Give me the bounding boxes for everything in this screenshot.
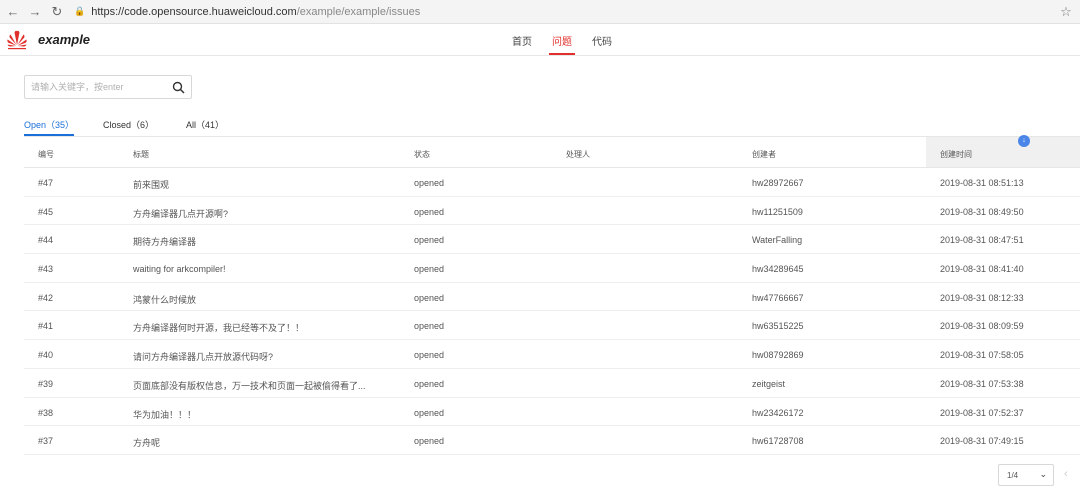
browser-toolbar: ← → ↻ 🔒 https://code.opensource.huaweicl… <box>0 0 1080 24</box>
issue-created-time: 2019-08-31 07:58:05 <box>940 350 1024 361</box>
issue-created-time: 2019-08-31 08:47:51 <box>940 235 1024 246</box>
issue-creator[interactable]: hw28972667 <box>752 178 804 188</box>
issue-creator[interactable]: hw23426172 <box>752 408 804 418</box>
issue-creator[interactable]: zeitgeist <box>752 379 785 389</box>
issue-creator[interactable]: WaterFalling <box>752 235 802 245</box>
page-value: 1/4 <box>1007 471 1019 480</box>
table-row[interactable]: #41 方舟编译器何时开源，我已经等不及了！！ opened hw63515225 20… <box>24 311 1080 341</box>
tab-open[interactable]: Open（35） <box>24 118 75 136</box>
issue-id[interactable]: #43 <box>38 264 53 274</box>
issue-created-time: 2019-08-31 07:53:38 <box>940 378 1024 389</box>
issue-title[interactable]: 鸿蒙什么时候放 <box>133 293 196 306</box>
issue-created-time: 2019-08-31 08:49:50 <box>940 206 1024 217</box>
issue-status: opened <box>414 350 445 361</box>
issue-title[interactable]: 方舟编译器何时开源，我已经等不及了！！ <box>133 321 304 334</box>
table-body: #47 前来围观 opened hw28972667 2019-08-31 08:51:… <box>24 168 1080 455</box>
issue-creator[interactable]: hw34289645 <box>752 264 804 274</box>
issue-status: opened <box>414 378 445 389</box>
header-status[interactable]: 状态 <box>414 149 430 160</box>
nav-tab-issues[interactable]: 问题 <box>549 33 575 55</box>
issue-created-time: 2019-08-31 07:52:37 <box>940 407 1024 418</box>
forward-icon[interactable]: → <box>26 3 44 21</box>
reload-icon[interactable]: ↻ <box>48 3 66 21</box>
search-icon[interactable] <box>172 81 185 94</box>
url-path: /example/example/issues <box>296 5 421 18</box>
table-header: ↓ 编号 标题 状态 处理人 创建者 创建时间 <box>24 135 1080 168</box>
url-host: https://code.opensource.huaweicloud.com <box>91 5 297 18</box>
issue-creator[interactable]: hw61728708 <box>752 436 804 446</box>
huawei-logo-icon[interactable] <box>5 28 29 50</box>
issue-creator[interactable]: hw47766667 <box>752 293 804 303</box>
issue-status: opened <box>414 178 445 188</box>
issue-status: opened <box>414 235 445 246</box>
issue-created-time: 2019-08-31 08:51:13 <box>940 178 1024 188</box>
issue-created-time: 2019-08-31 08:41:40 <box>940 264 1024 275</box>
issue-creator[interactable]: hw08792869 <box>752 350 804 360</box>
issue-id[interactable]: #37 <box>38 436 53 446</box>
app-header: example 首页 问题 代码 <box>0 24 1080 56</box>
nav-tab-code[interactable]: 代码 <box>592 33 612 48</box>
tab-closed[interactable]: Closed（6） <box>103 118 154 131</box>
table-row[interactable]: #47 前来围观 opened hw28972667 2019-08-31 08:51:… <box>24 168 1080 197</box>
address-bar[interactable]: 🔒 https://code.opensource.huaweicloud.co… <box>74 3 1056 21</box>
issue-id[interactable]: #44 <box>38 235 53 245</box>
issue-title[interactable]: 方舟呢 <box>133 436 160 449</box>
header-created-time[interactable]: 创建时间 <box>940 149 972 160</box>
issue-id[interactable]: #42 <box>38 293 53 303</box>
lock-icon: 🔒 <box>74 6 86 16</box>
issue-id[interactable]: #47 <box>38 178 53 188</box>
table-row[interactable]: #38 华为加油！！！ opened hw23426172 2019-08-31 07:… <box>24 398 1080 427</box>
issue-title[interactable]: 期待方舟编译器 <box>133 235 196 248</box>
issue-title[interactable]: 请问方舟编译器几点开放源代码呀? <box>133 350 273 363</box>
app-name[interactable]: example <box>38 32 90 47</box>
issue-status: opened <box>414 206 445 217</box>
issue-title[interactable]: 方舟编译器几点开源啊? <box>133 207 228 220</box>
issue-id[interactable]: #38 <box>38 408 53 418</box>
header-assignee[interactable]: 处理人 <box>566 149 590 160</box>
issue-status: opened <box>414 321 445 332</box>
back-icon[interactable]: ← <box>4 3 22 21</box>
search-input[interactable] <box>31 79 166 95</box>
table-row[interactable]: #42 鸿蒙什么时候放 opened hw47766667 2019-08-31 08:… <box>24 283 1080 312</box>
issue-id[interactable]: #40 <box>38 350 53 360</box>
issue-created-time: 2019-08-31 08:12:33 <box>940 292 1024 303</box>
prev-page-icon[interactable]: ‹ <box>1064 468 1068 480</box>
nav-tab-home[interactable]: 首页 <box>512 33 532 48</box>
issue-status: opened <box>414 264 445 275</box>
issue-search <box>24 75 192 99</box>
issue-created-time: 2019-08-31 08:09:59 <box>940 321 1024 332</box>
bookmark-star-icon[interactable]: ☆ <box>1056 4 1076 20</box>
issue-id[interactable]: #41 <box>38 321 53 331</box>
header-id[interactable]: 编号 <box>38 149 54 160</box>
issue-creator[interactable]: hw11251509 <box>752 207 803 217</box>
page-select[interactable]: 1/4 ⌄ <box>998 464 1054 486</box>
table-row[interactable]: #44 期待方舟编译器 opened WaterFalling 2019-08-31 0… <box>24 225 1080 255</box>
issue-id[interactable]: #45 <box>38 207 53 217</box>
top-nav: 首页 问题 代码 <box>0 24 1080 56</box>
issues-table: ↓ 编号 标题 状态 处理人 创建者 创建时间 #47 前来围观 opened hw2… <box>24 135 1080 455</box>
sort-badge-icon[interactable]: ↓ <box>1018 135 1030 147</box>
table-row[interactable]: #40 请问方舟编译器几点开放源代码呀? opened hw08792869 2019-… <box>24 340 1080 369</box>
table-row[interactable]: #37 方舟呢 opened hw61728708 2019-08-31 07:49:1… <box>24 426 1080 455</box>
issue-status: opened <box>414 292 445 303</box>
issue-creator[interactable]: hw63515225 <box>752 321 804 331</box>
header-creator[interactable]: 创建者 <box>752 149 776 160</box>
header-title[interactable]: 标题 <box>133 149 149 160</box>
issue-title[interactable]: 前来围观 <box>133 178 169 191</box>
issue-created-time: 2019-08-31 07:49:15 <box>940 436 1024 447</box>
issue-status: opened <box>414 436 445 447</box>
issue-status: opened <box>414 407 445 418</box>
chevron-down-icon: ⌄ <box>1039 469 1047 479</box>
table-row[interactable]: #45 方舟编译器几点开源啊? opened hw11251509 2019-08-31… <box>24 197 1080 226</box>
table-row[interactable]: #43 waiting for arkcompiler! opened hw34289… <box>24 254 1080 283</box>
issue-title[interactable]: 华为加油！！！ <box>133 408 196 421</box>
table-row[interactable]: #39 页面底部没有版权信息，万一技术和页面一起被偷得看了... opened zei… <box>24 369 1080 398</box>
issue-title[interactable]: waiting for arkcompiler! <box>133 264 226 274</box>
issue-id[interactable]: #39 <box>38 379 53 389</box>
issue-title[interactable]: 页面底部没有版权信息，万一技术和页面一起被偷得看了... <box>133 379 366 392</box>
tab-all[interactable]: All（41） <box>186 118 224 131</box>
